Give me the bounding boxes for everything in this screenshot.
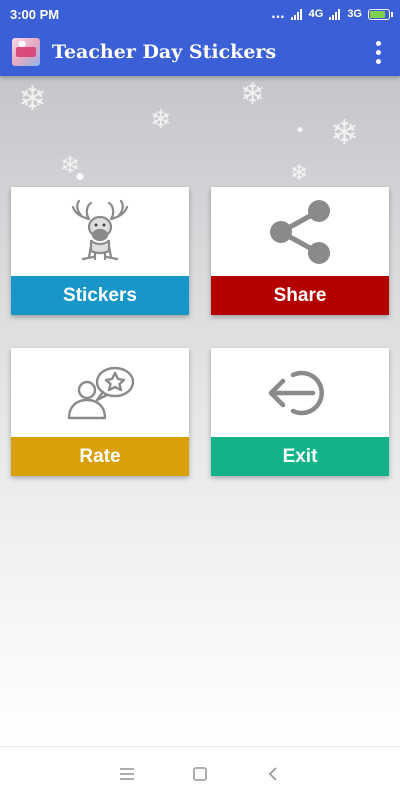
app-title: Teacher Day Stickers — [52, 41, 277, 63]
main-content: ❄ ❄ ❄ ❄ ❄ ❄ Stickers Share Rate Exit — [0, 76, 400, 746]
menu-icon[interactable] — [115, 762, 139, 786]
rate-label: Rate — [11, 437, 189, 476]
stickers-button[interactable]: Stickers — [11, 187, 189, 315]
more-vert-icon[interactable] — [368, 38, 388, 66]
rate-icon — [11, 348, 189, 437]
status-bar: 3:00 PM ... 4G 3G — [0, 0, 400, 28]
system-nav-bar — [0, 746, 400, 800]
snowflake-decor: ❄ — [150, 104, 172, 134]
share-icon — [211, 187, 389, 276]
status-dots: ... — [271, 5, 285, 22]
exit-button[interactable]: Exit — [211, 348, 389, 476]
status-icons: ... 4G 3G — [271, 5, 393, 22]
snowflake-decor: ❄ — [330, 114, 359, 152]
reindeer-icon — [11, 187, 189, 276]
rate-button[interactable]: Rate — [11, 348, 189, 476]
back-chevron-icon[interactable] — [261, 762, 285, 786]
signal-icon-2 — [329, 8, 341, 20]
signal-icon — [290, 8, 302, 20]
exit-label: Exit — [211, 437, 389, 476]
snowflake-decor: ❄ — [290, 160, 309, 185]
status-time: 3:00 PM — [10, 6, 60, 22]
snowflake-decor: ❄ — [60, 152, 81, 179]
exit-icon — [211, 348, 389, 437]
network-type-1: 4G — [308, 8, 324, 20]
battery-icon — [368, 8, 393, 20]
share-button[interactable]: Share — [211, 187, 389, 315]
app-bar: Teacher Day Stickers — [0, 28, 400, 76]
app-logo-icon — [12, 38, 40, 66]
snowflake-decor: ❄ — [18, 80, 47, 118]
stickers-label: Stickers — [11, 276, 189, 315]
network-type-2: 3G — [347, 8, 362, 20]
snowflake-decor: ❄ — [240, 78, 266, 111]
home-square-icon[interactable] — [188, 762, 212, 786]
share-label: Share — [211, 276, 389, 315]
